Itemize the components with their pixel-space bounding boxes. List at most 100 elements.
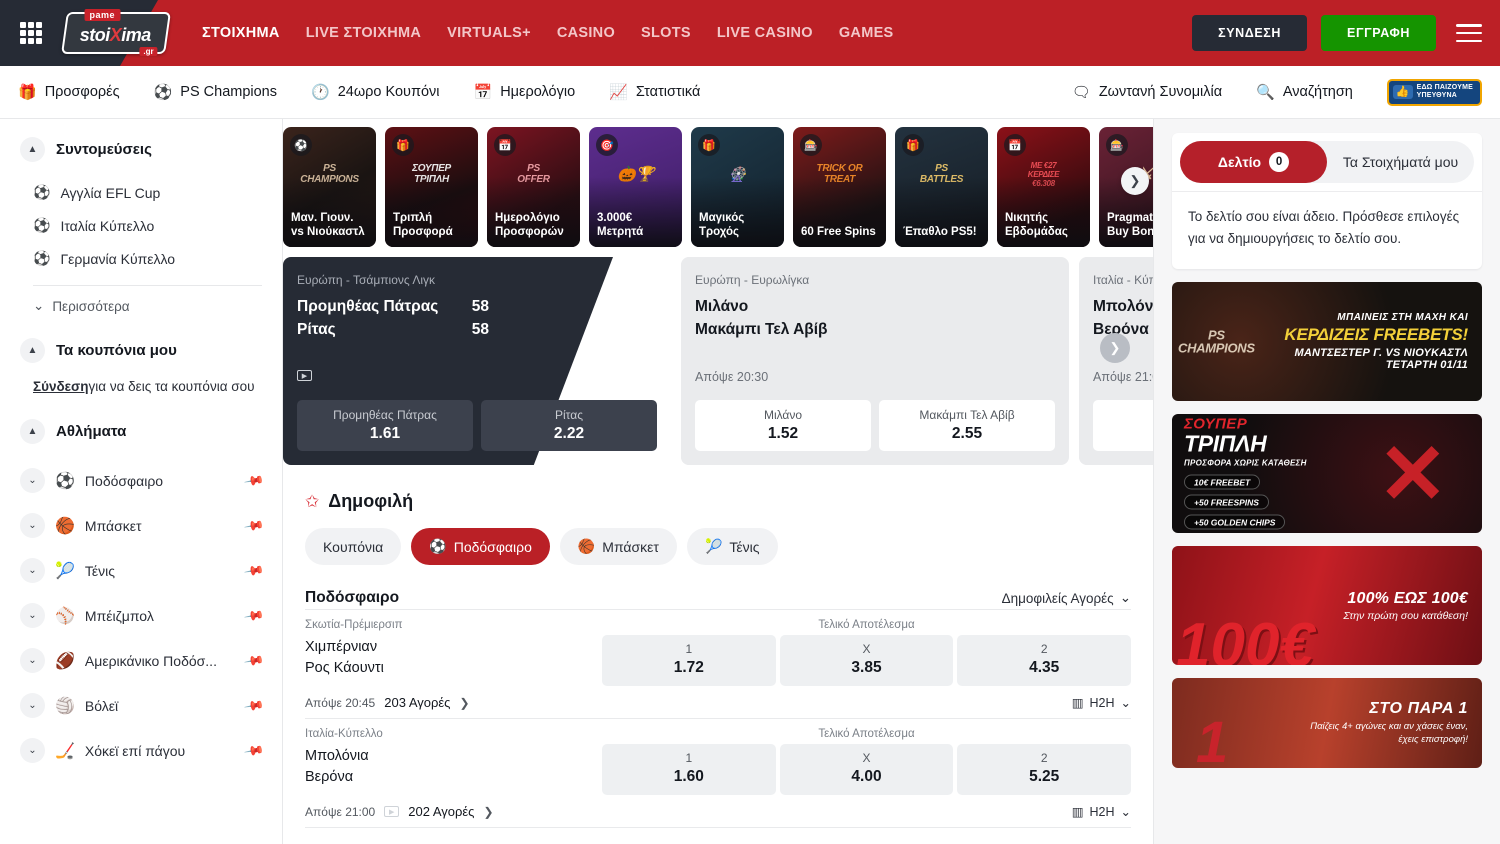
chip-basketball[interactable]: 🏀 Μπάσκετ — [560, 528, 677, 565]
markets-selector[interactable]: Δημοφιλείς Αγορές ⌄ — [1002, 590, 1131, 606]
sidebar-shortcut-germany-cup[interactable]: ⚽ Γερμανία Κύπελλο — [20, 242, 262, 275]
sidebar-section-shortcuts[interactable]: ▲ Συντομεύσεις — [20, 137, 262, 162]
login-button[interactable]: ΣΥΝΔΕΣΗ — [1192, 15, 1307, 51]
chevron-down-icon[interactable]: ⌄ — [20, 603, 45, 628]
pin-icon[interactable]: 📌 — [243, 740, 265, 762]
event-h2h-1[interactable]: ▥ H2H ⌄ — [1072, 804, 1131, 819]
subnav-item-ps-champions[interactable]: ⚽ PS Champions — [154, 84, 277, 100]
promo-tile-7[interactable]: 📅 ΜΕ €27ΚΕΡΔΙΣΕ€6.308 Νικητής Εβδομάδας — [997, 127, 1090, 247]
tab-betslip[interactable]: Δελτίο 0 — [1180, 141, 1327, 183]
sidebar-sport-tennis[interactable]: ⌄ 🎾 Τένις 📌 — [20, 548, 262, 593]
banner-first-deposit[interactable]: 100€ 100% ΕΩΣ 100€ Στην πρώτη σου κατάθε… — [1172, 546, 1482, 665]
pin-icon[interactable]: 📌 — [243, 650, 265, 672]
chevron-right-icon[interactable]: ❯ — [459, 696, 469, 710]
pin-icon[interactable]: 📌 — [243, 605, 265, 627]
event-teams-0[interactable]: Σκωτία-Πρέμιερσιπ Χιμπέρνιαν Ρος Κάουντι — [305, 619, 602, 686]
subnav-item-24h-coupon[interactable]: 🕐 24ωρο Κουπόνι — [311, 84, 440, 100]
chip-coupons[interactable]: Κουπόνια — [305, 528, 401, 565]
hamburger-menu-icon[interactable] — [1456, 24, 1482, 42]
sidebar-section-coupons[interactable]: ▲ Τα κουπόνια μου — [20, 338, 262, 363]
live-chat-button[interactable]: 🗨 Ζωντανή Συνομιλία — [1072, 84, 1222, 100]
promo-tile-6[interactable]: 🎁 PSBATTLES Έπαθλο PS5! — [895, 127, 988, 247]
promo-tile-1[interactable]: 🎁 ΣΟΥΠΕΡΤΡΙΠΛΗ Τριπλή Προσφορά — [385, 127, 478, 247]
tv-stream-icon[interactable]: ▶ — [297, 370, 312, 381]
event-odd-0-1[interactable]: 1 1.72 — [602, 635, 776, 686]
promo-tile-0[interactable]: ⚽ PSCHAMPIONS Μαν. Γιουν. vs Νιούκαστλ — [283, 127, 376, 247]
sidebar-coupons-note: Σύνδεσηγια να δεις τα κουπόνια σου — [20, 377, 262, 403]
promo-tile-3[interactable]: 🎯 🎃🏆 3.000€ Μετρητά — [589, 127, 682, 247]
chart-icon: 📈 — [609, 85, 628, 100]
featured-match-card-1[interactable]: Ευρώπη - Ευρωλίγκα Μιλάνο Μακάμπι Τελ Αβ… — [681, 257, 1069, 465]
featured-odd-0-1[interactable]: Ρίτας 2.22 — [481, 400, 657, 451]
tv-stream-icon[interactable]: ▶ — [384, 806, 399, 817]
chevron-down-icon[interactable]: ⌄ — [20, 693, 45, 718]
featured-match-card-0[interactable]: Ευρώπη - Τσάμπιονς Λιγκ Προμηθέας Πάτρας… — [283, 257, 671, 465]
sidebar-sport-baseball[interactable]: ⌄ ⚾ Μπέιζμπολ 📌 — [20, 593, 262, 638]
subnav-item-statistics[interactable]: 📈 Στατιστικά — [609, 84, 700, 100]
event-teams-1[interactable]: Ιταλία-Κύπελλο Μπολόνια Βερόνα — [305, 728, 602, 795]
sidebar-sport-basketball[interactable]: ⌄ 🏀 Μπάσκετ 📌 — [20, 503, 262, 548]
banner-ps-champions[interactable]: PSCHAMPIONS ΜΠΑΙΝΕΙΣ ΣΤΗ ΜΑΧΗ ΚΑΙ ΚΕΡΔΙΖ… — [1172, 282, 1482, 401]
nav-live-casino[interactable]: LIVE CASINO — [717, 25, 813, 41]
search-button[interactable]: 🔍 Αναζήτηση — [1256, 84, 1353, 100]
pin-icon[interactable]: 📌 — [243, 470, 265, 492]
chevron-down-icon[interactable]: ⌄ — [20, 513, 45, 538]
chevron-down-icon[interactable]: ⌄ — [20, 468, 45, 493]
chip-tennis[interactable]: 🎾 Τένις — [687, 528, 778, 565]
pin-icon[interactable]: 📌 — [243, 560, 265, 582]
responsible-line-1: ΕΔΩ ΠΑΙΖΟΥΜΕ — [1417, 84, 1473, 91]
sidebar-sport-american-football[interactable]: ⌄ 🏈 Αμερικάνικο Ποδόσ... 📌 — [20, 638, 262, 683]
promo-carousel-next-button[interactable]: ❯ — [1121, 167, 1149, 195]
main-nav: ΣΤΟΙΧΗΜΑ LIVE ΣΤΟΙΧΗΜΑ VIRTUALS+ CASINO … — [202, 25, 894, 41]
chevron-right-icon[interactable]: ❯ — [483, 805, 493, 819]
sidebar-sport-ice-hockey[interactable]: ⌄ 🏒 Χόκεϊ επί πάγου 📌 — [20, 728, 262, 773]
banner-super-tripli[interactable]: ✕ ΣΟΥΠΕΡ ΤΡΙΠΛΗ ΠΡΟΣΦΟΡΑ ΧΩΡΙΣ ΚΑΤΑΘΕΣΗ … — [1172, 414, 1482, 533]
featured-odd-2-0[interactable]: 1 1.6 — [1093, 400, 1153, 451]
event-odd-1-1[interactable]: 1 1.60 — [602, 744, 776, 795]
chevron-down-icon[interactable]: ⌄ — [20, 648, 45, 673]
sidebar-sport-football[interactable]: ⌄ ⚽ Ποδόσφαιρο 📌 — [20, 458, 262, 503]
sidebar-shortcut-italy-cup[interactable]: ⚽ Ιταλία Κύπελλο — [20, 209, 262, 242]
sidebar-section-sports[interactable]: ▲ Αθλήματα — [20, 419, 262, 444]
event-h2h-0[interactable]: ▥ H2H ⌄ — [1072, 695, 1131, 710]
banner-sto-para-1[interactable]: 1 ΣΤΟ ΠΑΡΑ 1 Παίζεις 4+ αγώνες και αν χά… — [1172, 678, 1482, 768]
responsible-gaming-badge[interactable]: 👍 ΕΔΩ ΠΑΙΖΟΥΜΕ ΥΠΕΥΘΥΝΑ — [1387, 79, 1482, 106]
sidebar-login-link[interactable]: Σύνδεση — [33, 379, 89, 394]
event-odd-1-x[interactable]: X 4.00 — [780, 744, 954, 795]
tab-my-bets[interactable]: Τα Στοιχήματά μου — [1327, 141, 1474, 183]
nav-casino[interactable]: CASINO — [557, 25, 615, 41]
register-button[interactable]: ΕΓΓΡΑΦΗ — [1321, 15, 1436, 51]
sidebar-sport-volleyball[interactable]: ⌄ 🏐 Βόλεϊ 📌 — [20, 683, 262, 728]
sidebar-shortcut-label-2: Γερμανία Κύπελλο — [60, 251, 175, 267]
subnav-item-offers[interactable]: 🎁 Προσφορές — [18, 84, 120, 100]
featured-odd-0-0[interactable]: Προμηθέας Πάτρας 1.61 — [297, 400, 473, 451]
event-markets-count-0[interactable]: 203 Αγορές — [384, 695, 450, 710]
nav-virtuals[interactable]: VIRTUALS+ — [447, 25, 531, 41]
nav-stoixima[interactable]: ΣΤΟΙΧΗΜΑ — [202, 25, 280, 41]
event-odd-1-2[interactable]: 2 5.25 — [957, 744, 1131, 795]
nav-slots[interactable]: SLOTS — [641, 25, 691, 41]
featured-carousel-next-button[interactable]: ❯ — [1100, 333, 1130, 363]
site-logo[interactable]: pame stoiXima .gr — [62, 10, 170, 56]
sidebar-more-button[interactable]: ⌄ Περισσότερα — [20, 290, 262, 322]
featured-odd-1-1[interactable]: Μακάμπι Τελ Αβίβ 2.55 — [879, 400, 1055, 451]
event-odd-0-2[interactable]: 2 4.35 — [957, 635, 1131, 686]
featured-odd-1-0[interactable]: Μιλάνο 1.52 — [695, 400, 871, 451]
promo-tile-5[interactable]: 🎰 TRICK ORTREAT 60 Free Spins — [793, 127, 886, 247]
subnav-item-calendar[interactable]: 📅 Ημερολόγιο — [474, 84, 576, 100]
event-odd-0-x[interactable]: X 3.85 — [780, 635, 954, 686]
nav-games[interactable]: GAMES — [839, 25, 894, 41]
apps-grid-icon[interactable] — [20, 22, 42, 44]
event-markets-count-1[interactable]: 202 Αγορές — [408, 804, 474, 819]
featured-odds-row-2: 1 1.6 — [1093, 400, 1153, 451]
promo-tile-4[interactable]: 🎁 🎡 Μαγικός Τροχός — [691, 127, 784, 247]
pin-icon[interactable]: 📌 — [243, 515, 265, 537]
chevron-down-icon[interactable]: ⌄ — [20, 738, 45, 763]
pin-icon[interactable]: 📌 — [243, 695, 265, 717]
chevron-down-icon[interactable]: ⌄ — [20, 558, 45, 583]
popular-sport-title: Ποδόσφαιρο — [305, 589, 399, 607]
chip-football[interactable]: ⚽ Ποδόσφαιρο — [411, 528, 550, 565]
nav-live-stoixima[interactable]: LIVE ΣΤΟΙΧΗΜΑ — [306, 25, 421, 41]
sidebar-shortcut-efl-cup[interactable]: ⚽ Αγγλία EFL Cup — [20, 176, 262, 209]
promo-tile-2[interactable]: 📅 PSOFFER Ημερολόγιο Προσφορών — [487, 127, 580, 247]
